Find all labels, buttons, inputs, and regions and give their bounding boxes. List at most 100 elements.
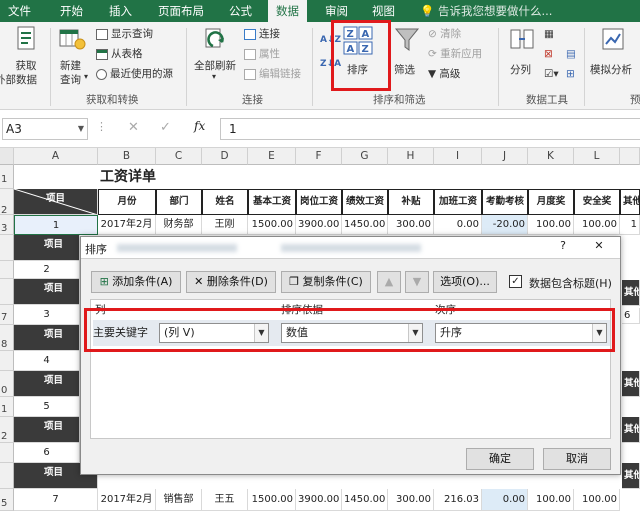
reapply-button[interactable]: ⟳ 重新应用 [428,46,482,62]
header-cell[interactable]: 姓名 [202,189,248,215]
cell[interactable]: 2 [14,261,80,279]
cell-other[interactable]: 其他 [622,417,640,443]
formula-input[interactable]: 1 [220,118,640,140]
cell[interactable]: 王刚 [202,215,248,235]
has-headers-checkbox[interactable]: ✓ [509,275,522,288]
tab-review[interactable]: 审阅 [325,0,348,22]
enter-entry-icon[interactable]: ✓ [160,120,171,135]
cell[interactable]: 2017年2月 [98,489,156,511]
tab-page-layout[interactable]: 页面布局 [158,0,204,22]
row-header[interactable]: 5 [0,489,14,511]
cell[interactable]: 销售部 [156,489,202,511]
header-cell[interactable]: 月份 [98,189,156,215]
sheet-title[interactable]: 工资详单 [98,165,198,189]
tab-home[interactable]: 开始 [60,0,83,22]
row-header[interactable] [0,279,14,305]
row-header[interactable] [0,261,14,279]
options-button[interactable]: 选项(O)... [433,271,497,293]
cell[interactable]: 100.00 [574,215,620,235]
column-header-a[interactable]: A [14,148,98,165]
what-if-analysis-button[interactable]: 模拟分析 [588,26,640,82]
header-cell[interactable]: 考勤考核 [482,189,528,215]
get-external-data-button[interactable]: 获取 外部数据 [0,26,49,86]
tell-me-box[interactable]: 💡 告诉我您想要做什么... [420,0,552,22]
connections-button[interactable]: 连接 [244,26,280,42]
from-table-button[interactable]: 从表格 [96,46,143,62]
cell[interactable]: 100.00 [574,489,620,511]
cell[interactable]: 216.03 [434,489,482,511]
cell[interactable]: 100.00 [528,215,574,235]
row-header[interactable]: 1 [0,397,14,417]
column-header-m[interactable] [620,148,640,165]
cancel-entry-icon[interactable]: ✕ [128,120,139,135]
column-header-f[interactable]: F [296,148,342,165]
cancel-button[interactable]: 取消 [543,448,611,470]
cell-other[interactable]: 其他 [622,463,640,489]
consolidate-icon[interactable]: ▤ [566,46,576,62]
edit-links-button[interactable]: 编辑链接 [244,66,301,82]
item-header-cell[interactable]: 项目 [14,371,80,397]
cell[interactable]: 1 [620,215,640,235]
column-header-h[interactable]: H [388,148,434,165]
add-level-button[interactable]: ⊞ 添加条件(A) [91,271,181,293]
row-header[interactable]: 7 [0,305,14,325]
delete-level-button[interactable]: ✕ 删除条件(D) [186,271,276,293]
cell[interactable]: 3900.00 [296,489,342,511]
cell-other[interactable]: 其他 [622,280,640,306]
item-header-cell[interactable]: 项目 [14,189,98,215]
header-cell[interactable]: 基本工资 [248,189,296,215]
cell[interactable]: 300.00 [388,215,434,235]
item-header-cell[interactable]: 项目 [14,325,80,351]
item-header-cell[interactable]: 项目 [14,417,80,443]
item-header-cell[interactable]: 项目 [14,235,80,261]
cell-other[interactable]: 其他 [622,371,640,397]
tab-file[interactable]: 文件 [8,0,31,22]
ok-button[interactable]: 确定 [466,448,534,470]
recent-sources-button[interactable]: 最近使用的源 [96,66,173,82]
row-header[interactable] [0,351,14,371]
cell[interactable]: 7 [14,489,98,511]
text-to-columns-button[interactable]: 分列 [505,26,541,82]
cell-a3[interactable]: 1 [14,215,98,235]
cell[interactable]: 6 [622,308,640,324]
column-header-g[interactable]: G [342,148,388,165]
remove-duplicates-icon[interactable]: ⊠ [544,46,553,62]
cell[interactable]: 3900.00 [296,215,342,235]
header-cell[interactable]: 部门 [156,189,202,215]
row-header[interactable]: 2 [0,417,14,443]
cell[interactable]: 0.00 [482,489,528,511]
relationships-icon[interactable]: ⊞ [566,66,575,82]
cell[interactable]: 6 [14,443,80,463]
properties-button[interactable]: 属性 [244,46,280,62]
cell[interactable]: 1500.00 [248,489,296,511]
advanced-filter-button[interactable]: ▼ 高级 [428,66,460,82]
data-validation-icon[interactable]: ☑▾ [544,66,559,82]
column-header-e[interactable]: E [248,148,296,165]
show-queries-button[interactable]: 显示查询 [96,26,153,42]
row-header[interactable]: 1 [0,165,14,189]
cell[interactable]: 1450.00 [342,215,388,235]
cell[interactable]: 0.00 [434,215,482,235]
row-header[interactable]: 8 [0,325,14,351]
column-header-l[interactable]: L [574,148,620,165]
cell[interactable]: 5 [14,397,80,417]
column-header-k[interactable]: K [528,148,574,165]
column-header-j[interactable]: J [482,148,528,165]
row-header[interactable]: 0 [0,371,14,397]
tab-data[interactable]: 数据 [268,0,307,22]
header-cell[interactable]: 加班工资 [434,189,482,215]
move-down-button[interactable]: ▼ [405,271,429,293]
cell[interactable]: 100.00 [528,489,574,511]
header-cell[interactable]: 其他 [620,189,640,215]
dialog-title-bar[interactable]: 排序 ? ✕ [81,237,620,259]
column-header-d[interactable]: D [202,148,248,165]
header-cell[interactable]: 安全奖 [574,189,620,215]
header-cell[interactable]: 岗位工资 [296,189,342,215]
close-button[interactable]: ✕ [579,237,619,255]
column-header-i[interactable]: I [434,148,482,165]
cell[interactable]: -20.00 [482,215,528,235]
filter-button[interactable]: 筛选 [390,26,426,82]
cell[interactable]: 300.00 [388,489,434,511]
refresh-all-button[interactable]: 全部刷新 ▾ [190,26,240,86]
cell[interactable]: 1450.00 [342,489,388,511]
